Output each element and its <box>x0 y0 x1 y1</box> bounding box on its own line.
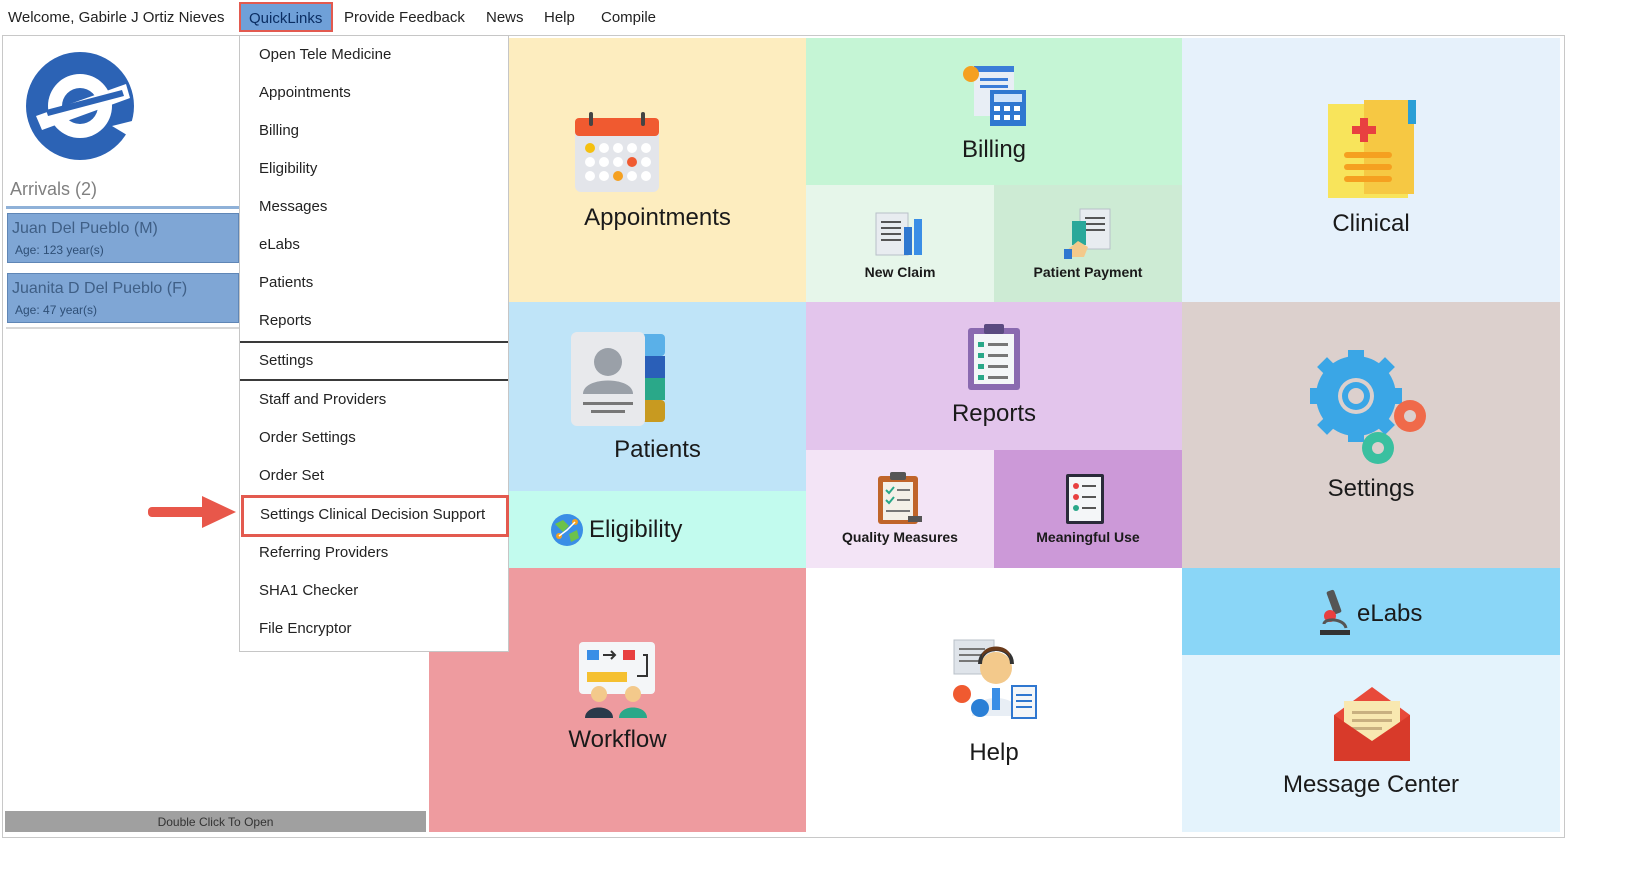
clinical-icon <box>1328 100 1416 198</box>
menu-item-label: Referring Providers <box>259 544 389 561</box>
menu-item-order-settings[interactable]: Order Settings <box>240 419 508 457</box>
patient-payment-label: Patient Payment <box>1033 264 1143 280</box>
menu-item-label: Eligibility <box>259 160 318 177</box>
patient-name: Juanita D Del Pueblo (F) <box>12 280 188 297</box>
patient-age: Age: 47 year(s) <box>15 303 98 317</box>
settings-tile[interactable]: Settings <box>1182 302 1560 568</box>
welcome-text: Welcome, Gabirle J Ortiz Nieves <box>8 9 225 26</box>
reports-clipboard-icon <box>968 324 1020 390</box>
menu-item-label: Staff and Providers <box>259 391 387 408</box>
menu-item-label: Appointments <box>259 84 351 101</box>
reports-label: Reports <box>951 400 1037 427</box>
callout-arrow-icon <box>148 496 236 528</box>
menu-item-label: Messages <box>259 198 328 215</box>
menu-item-label: Reports <box>259 312 312 329</box>
patient-card[interactable]: Juanita D Del Pueblo (F) Age: 47 year(s) <box>7 273 239 323</box>
menu-item-billing[interactable]: Billing <box>240 112 508 150</box>
clinical-label: Clinical <box>1332 210 1410 237</box>
menu-item-label: eLabs <box>259 236 300 253</box>
menu-item-open-tele-medicine[interactable]: Open Tele Medicine <box>240 36 508 74</box>
quality-measures-label: Quality Measures <box>842 529 958 545</box>
meaningful-use-tile[interactable]: Meaningful Use <box>994 450 1182 568</box>
menu-item-label: File Encryptor <box>259 620 352 637</box>
patient-payment-tile[interactable]: Patient Payment <box>994 185 1182 302</box>
menu-item-appointments[interactable]: Appointments <box>240 74 508 112</box>
list-divider <box>6 327 240 329</box>
menu-item-staff-and-providers[interactable]: Staff and Providers <box>240 381 508 419</box>
meaningful-use-icon <box>1066 474 1104 524</box>
help-tile[interactable]: Help <box>806 568 1182 832</box>
billing-icon <box>963 66 1026 126</box>
menu-item-label: Order Settings <box>259 429 356 446</box>
message-center-label: Message Center <box>1282 771 1460 798</box>
menu-item-label: Open Tele Medicine <box>259 46 392 63</box>
arrivals-divider <box>6 206 240 209</box>
menu-item-label: Settings <box>259 352 314 369</box>
menu-item-order-set[interactable]: Order Set <box>240 457 508 495</box>
news-menu[interactable]: News <box>486 9 524 26</box>
settings-label: Settings <box>1327 475 1415 502</box>
help-support-icon <box>953 639 1037 719</box>
microscope-icon <box>1320 589 1350 635</box>
billing-label: Billing <box>961 136 1027 163</box>
patient-payment-icon <box>1064 208 1111 259</box>
arrivals-title: Arrivals (2) <box>10 179 98 199</box>
new-claim-label: New Claim <box>864 264 936 280</box>
appointments-label: Appointments <box>584 204 731 231</box>
calendar-icon <box>575 112 659 192</box>
meaningful-use-label: Meaningful Use <box>1036 529 1140 545</box>
workflow-label: Workflow <box>568 726 667 753</box>
patients-icon <box>571 332 665 426</box>
quality-measures-icon <box>878 472 922 524</box>
top-menu-bar: Welcome, Gabirle J Ortiz Nieves QuickLin… <box>0 0 1641 34</box>
help-label: Help <box>969 739 1019 766</box>
menu-item-label: Order Set <box>259 467 325 484</box>
elabs-label: eLabs <box>1357 600 1423 627</box>
patients-tile[interactable]: Patients <box>509 302 806 491</box>
message-center-tile[interactable]: Message Center <box>1182 655 1560 832</box>
clinical-tile[interactable]: Clinical <box>1182 38 1560 302</box>
menu-item-label: SHA1 Checker <box>259 582 359 599</box>
billing-tile[interactable]: Billing <box>806 38 1182 185</box>
patient-name: Juan Del Pueblo (M) <box>12 220 158 237</box>
quality-measures-tile[interactable]: Quality Measures <box>806 450 994 568</box>
menu-item-file-encryptor[interactable]: File Encryptor <box>240 610 508 648</box>
settings-gears-icon <box>1310 350 1426 464</box>
elabs-tile[interactable]: eLabs <box>1182 568 1560 655</box>
menu-item-messages[interactable]: Messages <box>240 188 508 226</box>
reports-tile[interactable]: Reports <box>806 302 1182 450</box>
double-click-hint-bar: Double Click To Open <box>5 811 426 832</box>
menu-item-settings[interactable]: Settings <box>240 342 508 380</box>
appointments-tile[interactable]: Appointments <box>509 38 806 302</box>
menu-item-sha1-checker[interactable]: SHA1 Checker <box>240 572 508 610</box>
help-menu[interactable]: Help <box>544 9 575 26</box>
menu-item-patients[interactable]: Patients <box>240 264 508 302</box>
new-claim-tile[interactable]: New Claim <box>806 185 994 302</box>
menu-item-referring-providers[interactable]: Referring Providers <box>240 534 508 572</box>
menu-item-label: Patients <box>259 274 314 291</box>
menu-item-elabs[interactable]: eLabs <box>240 226 508 264</box>
patient-age: Age: 123 year(s) <box>15 243 104 257</box>
eligibility-globe-icon <box>551 514 583 546</box>
envelope-icon <box>1334 687 1410 761</box>
app-logo-icon <box>26 52 136 160</box>
patients-label: Patients <box>614 436 701 463</box>
menu-item-label: Billing <box>259 122 300 139</box>
eligibility-label: Eligibility <box>589 516 683 543</box>
new-claim-icon <box>875 212 922 256</box>
eligibility-tile[interactable]: Eligibility <box>509 491 806 568</box>
quicklinks-menu-button[interactable]: QuickLinks <box>239 2 333 32</box>
provide-feedback-menu[interactable]: Provide Feedback <box>344 9 465 26</box>
menu-item-eligibility[interactable]: Eligibility <box>240 150 508 188</box>
patient-card[interactable]: Juan Del Pueblo (M) Age: 123 year(s) <box>7 213 239 263</box>
menu-item-settings-clinical-decision-support[interactable]: Settings Clinical Decision Support <box>241 495 509 537</box>
menu-item-reports[interactable]: Reports <box>240 302 508 340</box>
compile-menu[interactable]: Compile <box>601 9 656 26</box>
workflow-icon <box>579 642 655 718</box>
menu-item-label: Settings Clinical Decision Support <box>260 506 486 523</box>
quicklinks-label: QuickLinks <box>249 10 323 27</box>
quicklinks-dropdown: Open Tele Medicine Appointments Billing … <box>239 35 509 652</box>
